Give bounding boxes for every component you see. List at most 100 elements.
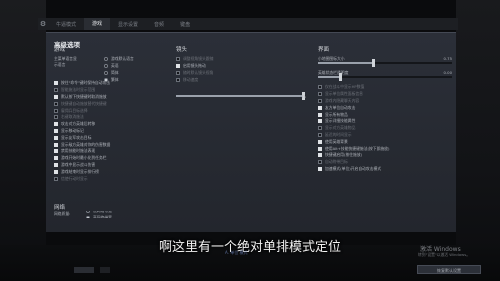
interface-option-checkbox[interactable] xyxy=(318,166,322,171)
language-option-row[interactable]: 简体 xyxy=(104,70,134,77)
interface-option-row[interactable]: 快捷键启用(按住施放) xyxy=(318,152,452,159)
interface-option-row[interactable]: 使用Alt+技能快捷键施法(按下即施放) xyxy=(318,145,452,152)
interface-option-label: 使用英雄背景 xyxy=(325,138,348,144)
game-option-row[interactable]: 雇佣兵目标选择 xyxy=(54,107,172,114)
game-option-row[interactable]: 快捷键自动施放替代快捷键 xyxy=(54,100,172,107)
interface-option-row[interactable]: 显示详细技能属性 xyxy=(318,118,452,125)
game-option-checkbox[interactable] xyxy=(54,122,58,127)
minimap-slider-knob[interactable] xyxy=(372,59,375,67)
bottom-left-button[interactable] xyxy=(74,267,94,273)
camera-option-label: 启用镜头拖动 xyxy=(183,63,206,69)
interface-option-checkbox[interactable] xyxy=(318,139,322,144)
language-option-radio[interactable] xyxy=(104,64,108,69)
camera-option-checkbox[interactable] xyxy=(176,64,180,69)
minimap-icon-size-slider[interactable]: 小地图图标大小 0.75 xyxy=(318,56,452,67)
game-options-column: 游戏 主菜单语言显示语言 游戏默认语言 英语 简体 繁体 按住"命令"键时保持自动攻击… xyxy=(54,45,172,182)
game-option-label: 雇佣兵目标选择 xyxy=(61,107,88,113)
interface-option-row[interactable]: 使用英雄背景 xyxy=(318,138,452,145)
game-option-checkbox[interactable] xyxy=(54,88,58,93)
network-option-row[interactable]: 高网络带宽 xyxy=(86,214,112,218)
game-option-label: 默认按下快捷键时取消施放 xyxy=(61,93,107,99)
game-option-checkbox[interactable] xyxy=(54,162,58,167)
tab-game[interactable]: 游戏 xyxy=(84,18,111,30)
language-option-radio[interactable] xyxy=(104,70,108,75)
language-option-row[interactable]: 繁体 xyxy=(104,76,134,83)
interface-option-checkbox[interactable] xyxy=(318,92,322,97)
game-option-checkbox[interactable] xyxy=(54,169,58,174)
interface-option-checkbox[interactable] xyxy=(318,132,322,137)
reset-defaults-button[interactable]: 恢复默认设置 xyxy=(417,265,481,274)
interface-option-checkbox[interactable] xyxy=(318,112,322,117)
game-option-checkbox[interactable] xyxy=(54,101,58,106)
game-option-checkbox[interactable] xyxy=(54,115,58,120)
game-option-row[interactable]: 默认按下快捷键时取消施放 xyxy=(54,94,172,101)
language-option-radio[interactable] xyxy=(104,57,108,62)
camera-speed-value: 75 xyxy=(301,94,306,100)
camera-option-row[interactable]: 随时默认镜头视角 xyxy=(176,70,312,77)
game-option-checkbox[interactable] xyxy=(54,149,58,154)
interface-option-list: 仅在战斗中显示HP数值 显示单位属性面板信息 游戏内隐藏聊天内容 友方单位自动攻击 显示… xyxy=(318,84,452,172)
game-option-row[interactable]: 游戏中显示战斗伤害 xyxy=(54,162,172,169)
network-label: 网络质量: xyxy=(54,211,71,217)
interface-option-checkbox[interactable] xyxy=(318,126,322,131)
network-option-radio[interactable] xyxy=(86,211,90,213)
network-options: 低网络带宽高网络带宽 xyxy=(86,211,112,218)
interface-option-row[interactable]: 显示所有物品 xyxy=(318,111,452,118)
interface-option-row[interactable]: 友方单位自动攻击 xyxy=(318,104,452,111)
interface-option-checkbox[interactable] xyxy=(318,119,322,124)
game-option-row[interactable]: 攻击对方英雄后转移 xyxy=(54,121,172,128)
camera-option-checkbox[interactable] xyxy=(176,77,180,82)
tab-display[interactable]: 显示设置 xyxy=(110,21,146,28)
game-option-checkbox[interactable] xyxy=(54,156,58,161)
interface-option-checkbox[interactable] xyxy=(318,160,322,165)
game-option-checkbox[interactable] xyxy=(54,81,58,86)
game-option-row[interactable]: 显示友军攻击目标 xyxy=(54,134,172,141)
language-option-row[interactable]: 游戏默认语言 xyxy=(104,56,134,63)
language-option-row[interactable]: 英语 xyxy=(104,63,134,70)
interface-option-label: 显示单位属性面板信息 xyxy=(325,91,363,97)
interface-option-row[interactable]: 延迟的时间显示 xyxy=(318,132,452,139)
camera-option-checkbox[interactable] xyxy=(176,57,180,62)
game-option-row[interactable]: 信使行动时显示 xyxy=(54,175,172,182)
interface-option-row[interactable]: 游戏内隐藏聊天内容 xyxy=(318,98,452,105)
interface-option-row[interactable]: 显示单位属性面板信息 xyxy=(318,91,452,98)
camera-speed-slider[interactable]: 75 xyxy=(176,87,306,101)
interface-option-row[interactable]: 显示对方英雄物品 xyxy=(318,125,452,132)
game-option-row[interactable]: 禁用技能时施法表现 xyxy=(54,148,172,155)
interface-option-row[interactable]: 加速模式(单位)开启自动攻击模式 xyxy=(318,166,452,173)
interface-option-checkbox[interactable] xyxy=(318,146,322,151)
interface-option-checkbox[interactable] xyxy=(318,153,322,158)
hero-bar-opacity-slider[interactable]: 英雄状态栏透明度 0.00 xyxy=(318,70,452,81)
camera-option-row[interactable]: 调整视角镜头跟随 xyxy=(176,56,312,63)
interface-section-title: 界面 xyxy=(318,47,330,53)
game-option-row[interactable]: 显示移动标记 xyxy=(54,128,172,135)
game-option-row[interactable]: 智能施法时显示范围 xyxy=(54,87,172,94)
language-option-radio[interactable] xyxy=(104,77,108,82)
bottom-left-button-secondary[interactable] xyxy=(100,267,110,273)
gear-icon[interactable]: ⚙ xyxy=(38,20,48,28)
game-option-row[interactable]: 显示敌方英雄对你的伤害数据 xyxy=(54,141,172,148)
interface-option-row[interactable]: 自动附带目标 xyxy=(318,159,452,166)
game-option-checkbox[interactable] xyxy=(54,142,58,147)
camera-option-row[interactable]: 启用镜头拖动 xyxy=(176,63,312,70)
game-option-checkbox[interactable] xyxy=(54,108,58,113)
game-option-row[interactable]: 游戏结束时显示排行榜 xyxy=(54,168,172,175)
game-option-checkbox[interactable] xyxy=(54,176,58,181)
interface-option-row[interactable]: 仅在战斗中显示HP数值 xyxy=(318,84,452,91)
game-option-row[interactable]: 游戏开始时最小化到任务栏 xyxy=(54,155,172,162)
game-option-checkbox[interactable] xyxy=(54,135,58,140)
network-section: 网络 网络质量: 低网络带宽高网络带宽 xyxy=(54,203,174,218)
interface-option-checkbox[interactable] xyxy=(318,105,322,110)
tab-keyboard[interactable]: 键盘 xyxy=(172,21,198,28)
interface-option-checkbox[interactable] xyxy=(318,98,322,103)
interface-option-checkbox[interactable] xyxy=(318,85,322,90)
network-option-radio[interactable] xyxy=(86,215,90,218)
tab-mode[interactable]: 牛逼模式 xyxy=(48,21,84,28)
camera-option-checkbox[interactable] xyxy=(176,70,180,75)
tab-audio[interactable]: 音频 xyxy=(146,21,172,28)
game-option-checkbox[interactable] xyxy=(54,94,58,99)
opacity-slider-knob[interactable] xyxy=(339,73,342,81)
game-option-checkbox[interactable] xyxy=(54,128,58,133)
camera-option-row[interactable]: 移动速度 xyxy=(176,76,312,83)
game-option-row[interactable]: 右键取消施法 xyxy=(54,114,172,121)
